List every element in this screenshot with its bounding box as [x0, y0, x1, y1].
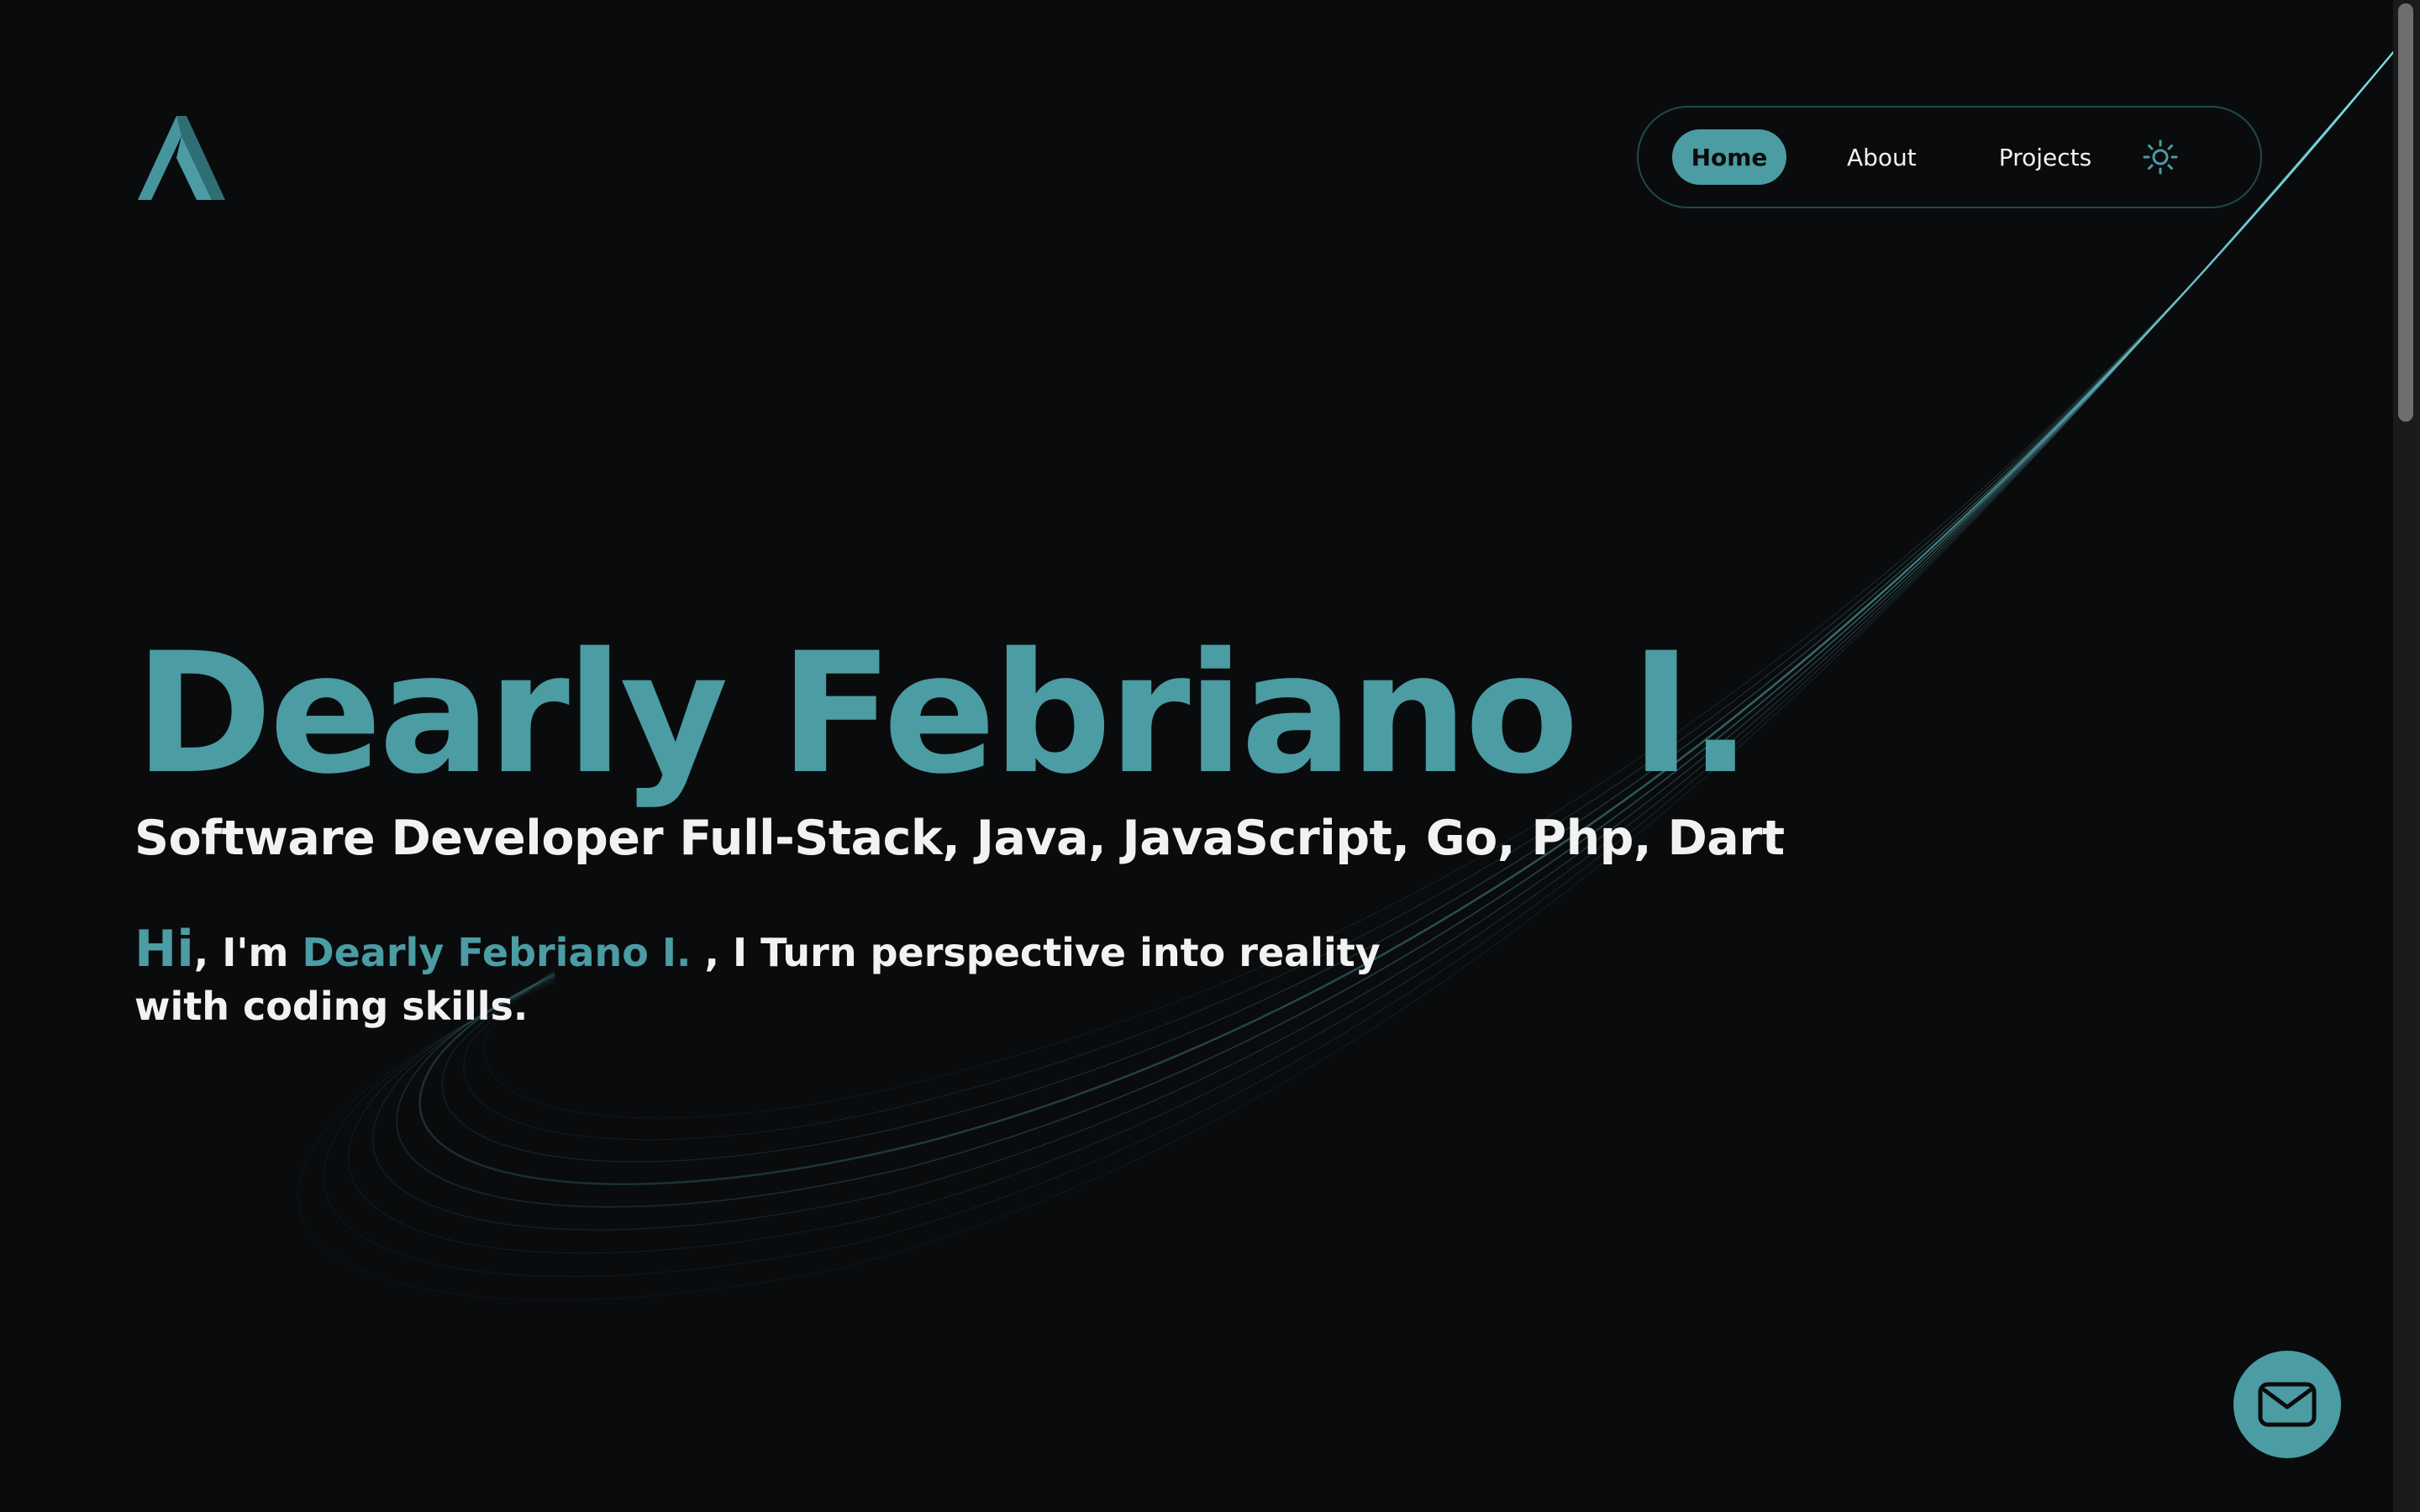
contact-mail-button[interactable] — [2233, 1351, 2341, 1458]
logo-icon[interactable] — [134, 109, 229, 203]
hero-role: Software Developer Full-Stack, Java, Jav… — [134, 811, 1785, 866]
hero-greeting-comma: , — [193, 930, 209, 975]
home-page: Home About Projects Dearly Febriano I. S… — [0, 0, 2420, 1512]
nav-item-home[interactable]: Home — [1672, 129, 1786, 185]
hero-intro: Hi, I'm Dearly Febriano I. , I Turn pers… — [134, 922, 1479, 1033]
theme-toggle-button[interactable] — [2140, 137, 2181, 177]
main-nav: Home About Projects — [1637, 106, 2262, 208]
nav-item-projects[interactable]: Projects — [1999, 129, 2091, 185]
hero-intro-name: Dearly Febriano I. — [302, 930, 692, 975]
hero-greeting: Hi — [134, 920, 194, 979]
nav-item-about[interactable]: About — [1847, 129, 1917, 185]
scrollbar-thumb[interactable] — [2398, 3, 2413, 422]
mail-icon — [2258, 1382, 2317, 1427]
hero-intro-im: I'm — [208, 930, 302, 975]
hero-name: Dearly Febriano I. — [134, 617, 1752, 811]
sun-icon — [2143, 139, 2178, 175]
page-scrollbar[interactable] — [2393, 0, 2420, 1512]
